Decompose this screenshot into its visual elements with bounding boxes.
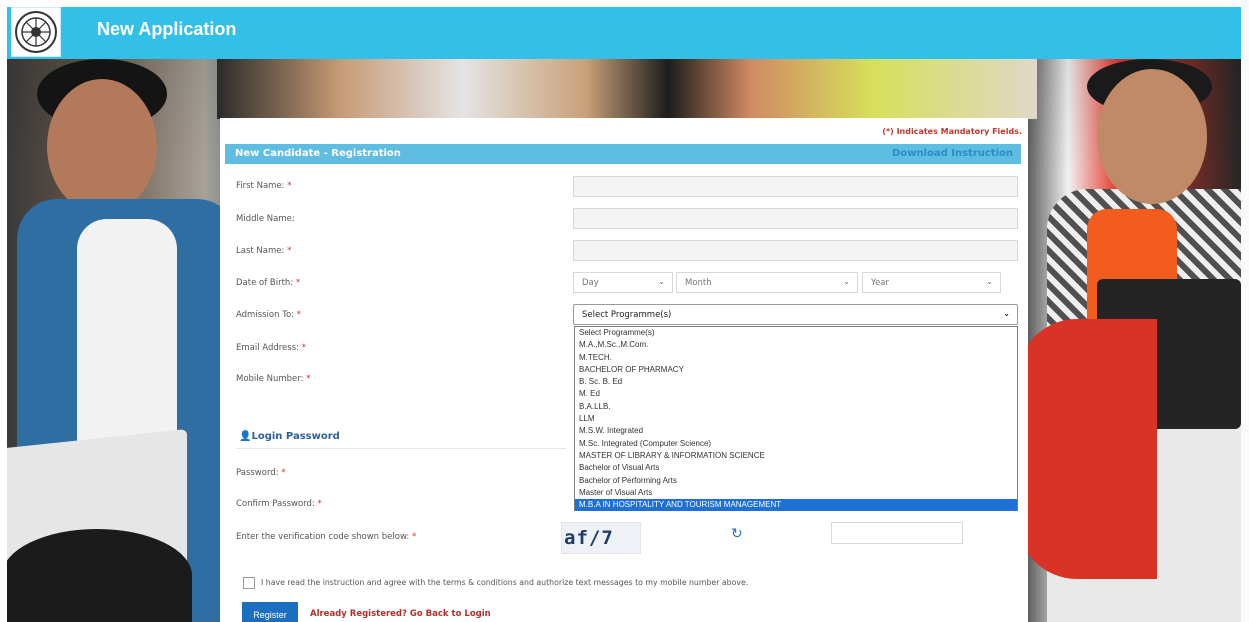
middle-name-label: Middle Name: <box>236 214 295 224</box>
chevron-down-icon: ⌄ <box>658 277 665 286</box>
programme-option[interactable]: Bachelor of Visual Arts <box>575 462 1017 474</box>
programme-option[interactable]: Bachelor of Performing Arts <box>575 475 1017 487</box>
login-password-heading: 👤Login Password <box>239 431 340 442</box>
chevron-down-icon: ⌄ <box>843 277 850 286</box>
university-logo <box>11 7 61 57</box>
registration-panel: (*) Indicates Mandatory Fields. New Cand… <box>220 118 1028 622</box>
confirm-password-label: Confirm Password: * <box>236 499 322 509</box>
terms-text: I have read the instruction and agree wi… <box>261 578 749 587</box>
download-instruction-link[interactable]: Download Instruction <box>892 148 1013 159</box>
admission-label: Admission To: * <box>236 310 301 320</box>
student-right-face <box>1097 69 1207 204</box>
top-bar: New Application <box>7 7 1241 59</box>
password-label: Password: * <box>236 468 286 478</box>
terms-checkbox[interactable] <box>243 577 255 589</box>
section-title: New Candidate - Registration <box>235 148 401 159</box>
student-left-face <box>47 79 157 214</box>
programme-option[interactable]: M. Ed <box>575 388 1017 400</box>
register-button[interactable]: Register <box>242 602 298 622</box>
email-label: Email Address: * <box>236 343 306 353</box>
programme-option[interactable]: M.A.,M.Sc.,M.Com. <box>575 339 1017 351</box>
programme-option[interactable]: LLM <box>575 413 1017 425</box>
first-name-input[interactable] <box>573 176 1018 197</box>
programme-option[interactable]: M.Sc. Integrated (Computer Science) <box>575 438 1017 450</box>
programme-select[interactable]: Select Programme(s) ⌄ <box>573 304 1018 325</box>
background-crowd <box>217 59 1037 119</box>
captcha-input[interactable] <box>831 522 963 544</box>
last-name-label: Last Name: * <box>236 246 292 256</box>
programme-option[interactable]: M.TECH. <box>575 352 1017 364</box>
dob-month-select[interactable]: Month ⌄ <box>676 272 858 293</box>
mandatory-note: (*) Indicates Mandatory Fields. <box>882 127 1022 136</box>
back-to-login-link[interactable]: Already Registered? Go Back to Login <box>310 609 491 619</box>
programme-dropdown-list: Select Programme(s) M.A.,M.Sc.,M.Com. M.TE… <box>574 326 1018 512</box>
verification-label: Enter the verification code shown below:… <box>236 532 417 542</box>
user-icon: 👤 <box>239 431 252 442</box>
programme-option[interactable]: BACHELOR OF PHARMACY <box>575 364 1017 376</box>
programme-option[interactable]: Select Programme(s) <box>575 327 1017 339</box>
captcha-text: af/7 <box>564 527 614 549</box>
last-name-input[interactable] <box>573 240 1018 261</box>
first-name-label: First Name: * <box>236 181 292 191</box>
page-frame: New Application (*) Indicates Mandatory … <box>7 7 1241 622</box>
programme-option[interactable]: M.B.A IN HOSPITALITY AND TOURISM MANAGEM… <box>575 499 1017 512</box>
chevron-down-icon: ⌄ <box>1003 309 1010 318</box>
programme-option[interactable]: Master of Visual Arts <box>575 487 1017 499</box>
captcha-image: af/7 <box>561 522 641 554</box>
student-red-sleeve <box>1017 319 1157 579</box>
programme-option[interactable]: B.A.LLB. <box>575 401 1017 413</box>
programme-option[interactable]: B. Sc. B. Ed <box>575 376 1017 388</box>
refresh-icon[interactable]: ↻ <box>731 526 743 542</box>
chair-left <box>7 529 192 622</box>
section-header: New Candidate - Registration Download In… <box>225 144 1021 164</box>
programme-option[interactable]: MASTER OF LIBRARY & INFORMATION SCIENCE <box>575 450 1017 462</box>
dob-day-select[interactable]: Day ⌄ <box>573 272 673 293</box>
app-title: New Application <box>97 19 237 39</box>
programme-option[interactable]: M.S.W. Integrated <box>575 425 1017 437</box>
window-scrollbar[interactable] <box>1241 0 1249 622</box>
chevron-down-icon: ⌄ <box>986 277 993 286</box>
section-divider <box>236 448 566 449</box>
emblem-icon <box>15 11 57 53</box>
dob-label: Date of Birth: * <box>236 278 301 288</box>
dob-year-select[interactable]: Year ⌄ <box>862 272 1001 293</box>
middle-name-input[interactable] <box>573 208 1018 229</box>
mobile-label: Mobile Number: * <box>236 374 311 384</box>
